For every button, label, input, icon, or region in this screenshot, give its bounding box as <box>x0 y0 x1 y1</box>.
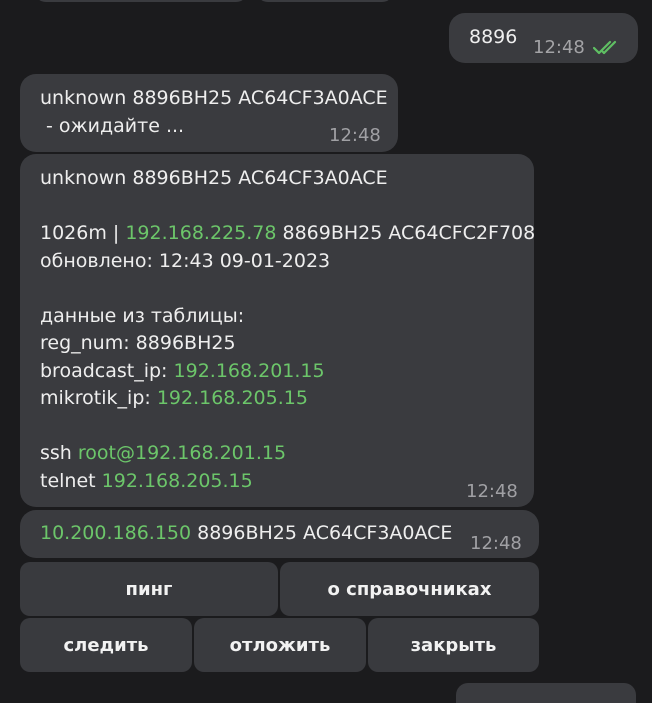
outgoing-message: 8896 12:48 <box>449 13 638 63</box>
message-line: ssh root@192.168.201.15 <box>40 440 535 468</box>
incoming-message-waiting: unknown 8896BH25 AC64CF3A0ACE - ожидайте… <box>20 74 398 152</box>
message-text: ssh <box>40 442 78 464</box>
watch-button[interactable]: следить <box>20 618 192 672</box>
incoming-message-details: unknown 8896BH25 AC64CF3A0ACE 1026m | 19… <box>20 154 535 507</box>
next-message-partial <box>456 683 636 703</box>
outgoing-message-meta: 12:48 <box>533 34 621 62</box>
message-line: обновлено: 12:43 09-01-2023 <box>40 249 331 272</box>
message-line: unknown 8896BH25 AC64CF3A0ACE <box>40 167 388 189</box>
message-line: данные из таблицы: <box>40 304 245 327</box>
empty-line <box>40 413 535 441</box>
message-line: 1026m | 192.168.225.78 8869BH25 AC64CFC2… <box>40 220 535 248</box>
message-line: unknown 8896BH25 AC64CF3A0ACE <box>40 87 388 109</box>
outgoing-message-text: 8896 <box>469 26 518 48</box>
message-time: 12:48 <box>533 37 585 58</box>
prev-message-partial <box>34 0 248 2</box>
incoming-message-ip: 10.200.186.150 8896BH25 AC64CF3A0ACE 12:… <box>20 510 539 558</box>
message-time: 12:48 <box>470 533 522 554</box>
message-body: unknown 8896BH25 AC64CF3A0ACE 1026m | 19… <box>40 165 535 495</box>
empty-line <box>40 193 535 221</box>
message-text: 1026m | <box>40 222 126 244</box>
ip-link[interactable]: 192.168.205.15 <box>102 470 253 492</box>
message-line: telnet 192.168.205.15 <box>40 468 535 496</box>
message-text: telnet <box>40 469 102 492</box>
ping-button[interactable]: пинг <box>20 562 278 616</box>
ip-link[interactable]: 10.200.186.150 <box>40 522 191 544</box>
ip-link[interactable]: 192.168.201.15 <box>174 360 325 382</box>
ip-link[interactable]: 192.168.225.78 <box>125 222 276 244</box>
message-text: 8869BH25 AC64CFC2F708 <box>276 222 536 244</box>
about-directories-button[interactable]: о справочниках <box>280 562 539 616</box>
close-button[interactable]: закрыть <box>368 618 539 672</box>
message-time: 12:48 <box>466 481 518 502</box>
message-text: mikrotik_ip: <box>40 387 157 409</box>
postpone-button[interactable]: отложить <box>194 618 366 672</box>
message-line: reg_num: 8896BH25 <box>40 332 236 354</box>
prev-message-partial-2 <box>256 0 394 2</box>
empty-line <box>40 275 535 303</box>
double-check-icon <box>592 40 616 54</box>
message-line: 10.200.186.150 8896BH25 AC64CF3A0ACE <box>40 520 452 548</box>
message-time: 12:48 <box>329 125 381 146</box>
message-text: broadcast_ip: <box>40 359 174 382</box>
ip-link[interactable]: 192.168.205.15 <box>157 387 308 409</box>
message-line: mikrotik_ip: 192.168.205.15 <box>40 385 535 413</box>
message-line: broadcast_ip: 192.168.201.15 <box>40 358 535 386</box>
ssh-link[interactable]: root@192.168.201.15 <box>78 442 286 464</box>
message-text: 8896BH25 AC64CF3A0ACE <box>191 522 453 544</box>
message-line: - ожидайте ... <box>40 115 185 137</box>
